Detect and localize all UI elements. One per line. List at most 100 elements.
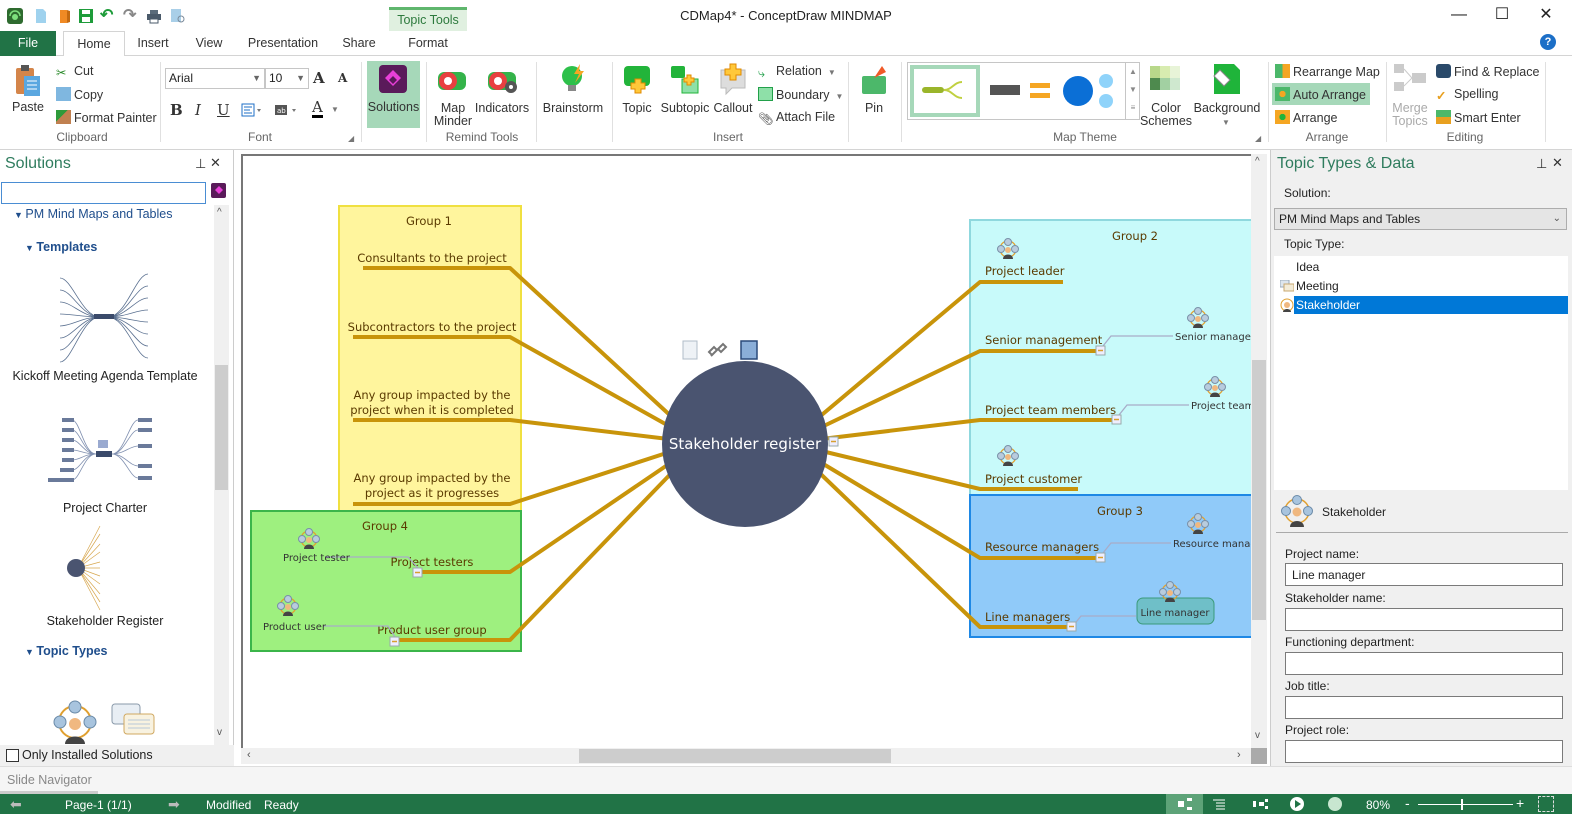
topic-consultants[interactable]: Consultants to the project <box>357 251 507 265</box>
central-topic-label[interactable]: Stakeholder register <box>669 435 822 453</box>
zoom-in-button[interactable]: + <box>1516 795 1524 811</box>
only-installed-label[interactable]: Only Installed Solutions <box>22 748 153 762</box>
kickoff-template-thumbnail[interactable] <box>42 268 162 368</box>
scroll-up-icon[interactable]: ^ <box>217 207 222 218</box>
gear-icon[interactable] <box>1328 797 1342 811</box>
tab-format[interactable]: Format <box>402 31 454 56</box>
slide-navigator-label[interactable]: Slide Navigator <box>7 773 92 787</box>
solutions-scrollbar[interactable]: ^ v <box>214 205 229 745</box>
topic-resource-managers[interactable]: Resource managers <box>985 540 1099 554</box>
tab-home[interactable]: Home <box>63 31 125 57</box>
align-button[interactable] <box>241 103 263 117</box>
italic-button[interactable]: I <box>195 101 201 119</box>
mind-map-canvas[interactable]: Group 1 Group 2 Group 3 Group 4 Consultants … <box>241 154 1251 748</box>
prev-page-icon[interactable]: ⬅ <box>10 796 22 813</box>
canvas-horizontal-scrollbar[interactable]: ‹ › <box>241 748 1251 764</box>
functioning-department-input[interactable] <box>1285 652 1563 675</box>
theme-option-dark[interactable] <box>986 69 1056 113</box>
job-title-input[interactable] <box>1285 696 1563 719</box>
subtopic-button[interactable]: Subtopic <box>658 102 712 115</box>
topic-project-leader[interactable]: Project leader <box>985 264 1065 278</box>
solutions-search-input[interactable] <box>1 182 206 204</box>
paste-button[interactable]: Paste <box>8 101 48 114</box>
meeting-type-icon[interactable] <box>110 702 158 742</box>
attach-file-button[interactable]: 📎︎ Attach File <box>758 110 835 126</box>
bold-button[interactable]: B <box>170 101 183 119</box>
boundary-button[interactable]: Boundary ▼ <box>758 87 843 102</box>
solutions-button[interactable]: Solutions <box>367 61 420 128</box>
brainstorm-button[interactable]: Brainstorm <box>540 102 606 115</box>
grow-font-button[interactable]: A <box>313 69 325 87</box>
view-tree-icon[interactable] <box>1252 797 1268 811</box>
shrink-font-button[interactable]: A <box>338 71 347 85</box>
zoom-slider-thumb[interactable] <box>1460 799 1463 810</box>
scroll-left-icon[interactable]: ‹ <box>247 749 251 761</box>
theme-option-blue[interactable] <box>1060 67 1126 115</box>
template-kickoff-label[interactable]: Kickoff Meeting Agenda Template <box>0 369 210 384</box>
help-icon[interactable]: ? <box>1540 34 1556 50</box>
scrollbar-thumb[interactable] <box>215 365 228 490</box>
subtopic-senior-manager[interactable]: Senior manager <box>1175 332 1251 343</box>
topic-impacted-progress-2[interactable]: project as it progresses <box>365 486 499 500</box>
subtopic-product-user[interactable]: Product user <box>263 622 327 633</box>
stakeholder-type-icon[interactable] <box>52 700 98 744</box>
scroll-down-icon[interactable]: v <box>217 727 222 738</box>
close-pane-icon[interactable]: ✕ <box>210 155 221 171</box>
stakeholder-name-input[interactable] <box>1285 608 1563 631</box>
close-pane-icon[interactable]: ✕ <box>1552 155 1563 171</box>
copy-button[interactable]: Copy <box>56 87 103 102</box>
topic-button[interactable]: Topic <box>617 102 657 115</box>
project-charter-thumbnail[interactable] <box>34 416 179 501</box>
format-painter-button[interactable]: Format Painter <box>56 110 157 125</box>
scroll-up-icon[interactable]: ^ <box>1255 156 1260 167</box>
topic-type-meeting[interactable]: Meeting <box>1296 279 1339 293</box>
subtopic-resource-manager[interactable]: Resource manager <box>1173 539 1251 550</box>
topic-project-team-members[interactable]: Project team members <box>985 403 1116 417</box>
indicators-button[interactable]: Indicators <box>474 102 530 115</box>
subtopic-project-tester[interactable]: Project tester <box>283 553 351 564</box>
minimize-button[interactable]: — <box>1444 4 1474 26</box>
subtopic-project-team[interactable]: Project team <box>1191 401 1251 412</box>
zoom-out-button[interactable]: - <box>1405 795 1410 811</box>
topic-impacted-completed-1[interactable]: Any group impacted by the <box>354 388 511 402</box>
underline-button[interactable]: U <box>217 101 230 119</box>
fit-to-window-icon[interactable] <box>1538 796 1554 812</box>
tab-presentation[interactable]: Presentation <box>244 31 322 56</box>
tab-insert[interactable]: Insert <box>131 31 175 56</box>
tab-share[interactable]: Share <box>337 31 381 56</box>
tree-section-pm[interactable]: ▼ PM Mind Maps and Tables <box>14 207 173 221</box>
relation-button[interactable]: ⤷ Relation ▼ <box>758 64 836 80</box>
theme-option-green[interactable] <box>910 65 980 117</box>
cut-button[interactable]: ✂ Cut <box>56 64 93 80</box>
topic-senior-management[interactable]: Senior management <box>985 333 1103 347</box>
arrange-button[interactable]: Arrange <box>1275 110 1337 125</box>
solution-select[interactable]: PM Mind Maps and Tables ⌄ <box>1274 208 1567 230</box>
canvas-vertical-scrollbar[interactable]: ^ v <box>1251 154 1267 748</box>
font-color-button[interactable]: A <box>312 100 323 118</box>
view-mindmap-button[interactable] <box>1166 794 1203 814</box>
topic-type-stakeholder[interactable]: Stakeholder <box>1294 296 1568 314</box>
only-installed-checkbox[interactable] <box>6 749 19 762</box>
topic-subcontractors[interactable]: Subcontractors to the project <box>348 320 517 334</box>
spelling-button[interactable]: ✓ Spelling <box>1436 87 1498 103</box>
slide-navigator[interactable]: Slide Navigator <box>0 766 1572 794</box>
template-stakeholder-register-label[interactable]: Stakeholder Register <box>0 614 210 629</box>
topic-type-idea[interactable]: Idea <box>1296 260 1319 274</box>
scrollbar-thumb[interactable] <box>1252 360 1266 620</box>
play-presentation-icon[interactable] <box>1290 797 1304 811</box>
pin-pane-icon[interactable]: ⊥ <box>195 156 206 172</box>
dialog-launcher-icon[interactable]: ◢ <box>1255 134 1261 143</box>
topic-impacted-progress-1[interactable]: Any group impacted by the <box>354 471 511 485</box>
font-family-select[interactable]: Arial ▼ <box>165 68 265 89</box>
callout-button[interactable]: Callout <box>710 102 756 115</box>
auto-arrange-button[interactable]: Auto Arrange <box>1275 87 1366 102</box>
maximize-button[interactable]: ☐ <box>1487 4 1517 26</box>
merge-topics-button[interactable]: Merge Topics <box>1386 102 1434 128</box>
stakeholder-register-thumbnail[interactable] <box>64 520 144 612</box>
color-schemes-button[interactable]: Color Schemes <box>1138 102 1194 128</box>
tree-topic-types[interactable]: ▼ Topic Types <box>25 644 108 658</box>
dialog-launcher-icon[interactable]: ◢ <box>348 134 354 143</box>
background-button[interactable]: Background <box>1192 102 1262 115</box>
tree-templates[interactable]: ▼ Templates <box>25 240 97 254</box>
font-size-select[interactable]: 10 ▼ <box>265 68 309 89</box>
